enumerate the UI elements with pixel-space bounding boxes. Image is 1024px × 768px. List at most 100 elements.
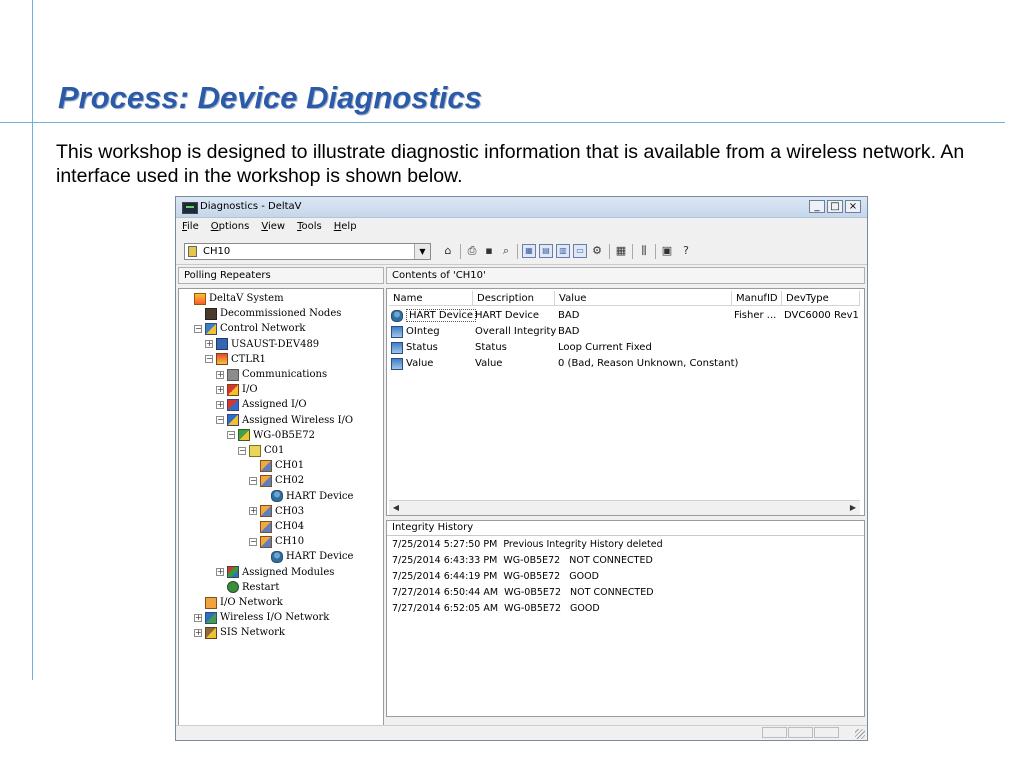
window-titlebar[interactable]: Diagnostics - DeltaV _ □ × <box>176 197 867 218</box>
tree-expander-icon[interactable]: + <box>249 507 257 516</box>
column-header-devtype[interactable]: DevType <box>782 291 860 306</box>
location-combobox[interactable]: CH10 ▼ <box>184 243 431 260</box>
tree-expander-icon[interactable]: − <box>249 476 257 485</box>
cell-description-text: HART Device <box>475 310 540 321</box>
print-icon[interactable]: ⎙ <box>465 244 479 258</box>
tree-item[interactable]: CH01 <box>249 458 304 473</box>
scroll-left-icon[interactable]: ◀ <box>390 502 402 513</box>
integrity-history-panel[interactable]: Integrity History 7/25/2014 5:27:50 PM P… <box>386 520 865 717</box>
tree-item[interactable]: + Assigned Modules <box>216 565 334 580</box>
cell-value[interactable]: BAD <box>558 308 579 323</box>
diagnostics-icon[interactable]: ▣ <box>660 244 674 258</box>
menu-view[interactable]: View <box>255 218 291 236</box>
tree-expander-icon[interactable]: − <box>249 537 257 546</box>
tree-expander-icon[interactable]: + <box>194 628 202 637</box>
history-row[interactable]: 7/25/2014 6:43:33 PM WG-0B5E72 NOT CONNE… <box>392 555 653 570</box>
tree-item[interactable]: − C01 <box>238 443 284 458</box>
contents-list-view[interactable]: Name Description Value ManufID DevType ◀… <box>386 288 865 516</box>
tree-expander-icon[interactable]: + <box>205 340 213 349</box>
tree-item[interactable]: − Assigned Wireless I/O <box>216 413 353 428</box>
history-row[interactable]: 7/27/2014 6:50:44 AM WG-0B5E72 NOT CONNE… <box>392 587 654 602</box>
cell-value[interactable]: 0 (Bad, Reason Unknown, Constant) <box>558 356 738 371</box>
horizontal-scrollbar[interactable]: ◀ ▶ <box>389 500 860 515</box>
help-icon[interactable]: ? <box>679 244 693 258</box>
small-icons-icon[interactable]: ▤ <box>539 244 553 258</box>
history-row[interactable]: 7/25/2014 5:27:50 PM Previous Integrity … <box>392 539 663 554</box>
tree-item[interactable]: − WG-0B5E72 <box>227 428 315 443</box>
tree-item[interactable]: Decommissioned Nodes <box>194 306 341 321</box>
cell-value[interactable]: Loop Current Fixed <box>558 340 652 355</box>
tree-item[interactable]: − CH02 <box>249 473 304 488</box>
column-header-description[interactable]: Description <box>473 291 555 306</box>
menu-options[interactable]: Options <box>205 218 256 236</box>
maximize-button[interactable]: □ <box>827 200 843 213</box>
cell-name[interactable]: Value <box>391 356 433 371</box>
tree-item[interactable]: I/O Network <box>194 595 283 610</box>
tree-item[interactable]: + I/O <box>216 382 258 397</box>
menu-help[interactable]: Help <box>328 218 363 236</box>
tree-expander-icon[interactable]: − <box>227 431 235 440</box>
tree-expander-icon[interactable]: + <box>216 568 224 577</box>
tree-item[interactable]: + CH03 <box>249 504 304 519</box>
tree-item[interactable]: HART Device <box>260 489 353 504</box>
cell-description[interactable]: Status <box>475 340 507 355</box>
save-icon[interactable]: ▪ <box>482 244 496 258</box>
resize-grip-icon[interactable] <box>855 729 865 739</box>
cell-description[interactable]: Value <box>475 356 502 371</box>
tree-item[interactable]: − Control Network <box>194 321 305 336</box>
cell-name[interactable]: OInteg <box>391 324 440 339</box>
cell-name[interactable]: Status <box>391 340 438 355</box>
tree-item[interactable]: − CH10 <box>249 534 304 549</box>
cell-manufid[interactable]: Fisher ... <box>734 308 776 323</box>
tree-item[interactable]: HART Device <box>260 549 353 564</box>
up-folder-icon[interactable]: ⌂ <box>441 244 455 258</box>
tree-item[interactable]: + Wireless I/O Network <box>194 610 329 625</box>
grid-icon[interactable]: ▦ <box>614 244 628 258</box>
menu-tools[interactable]: Tools <box>291 218 328 236</box>
properties-icon[interactable]: ⚙ <box>590 244 604 258</box>
tree-expander-icon[interactable]: − <box>194 324 202 333</box>
scroll-right-icon[interactable]: ▶ <box>847 502 859 513</box>
close-button[interactable]: × <box>845 200 861 213</box>
tree-expander-icon[interactable]: − <box>205 355 213 364</box>
sis-network-icon <box>205 626 217 639</box>
tree-item[interactable]: DeltaV System <box>183 291 284 306</box>
list-view-icon[interactable]: ▥ <box>556 244 570 258</box>
minimize-button[interactable]: _ <box>809 200 825 213</box>
cell-name[interactable]: HART Device <box>391 308 477 323</box>
tree-item[interactable]: CH04 <box>249 519 304 534</box>
tree-expander-icon[interactable]: + <box>216 385 224 394</box>
tree-item[interactable]: + USAUST-DEV489 <box>205 337 319 352</box>
find-icon[interactable]: ⌕ <box>499 244 513 258</box>
tree-expander-icon[interactable]: + <box>216 370 224 379</box>
columns-icon[interactable]: ⫼ <box>637 244 651 258</box>
tree-item[interactable]: − CTLR1 <box>205 352 266 367</box>
tree-item[interactable]: + SIS Network <box>194 625 285 640</box>
tree-item[interactable]: + Communications <box>216 367 327 382</box>
device-tree[interactable]: DeltaV System Decommissioned Nodes − Contro… <box>178 288 384 735</box>
slide-body-text: This workshop is designed to illustrate … <box>56 141 965 187</box>
details-view-icon[interactable]: ▭ <box>573 244 587 258</box>
cell-devtype[interactable]: DVC6000 Rev1 <box>784 308 859 323</box>
tree-expander-icon[interactable]: − <box>238 446 246 455</box>
tree-item[interactable]: Restart <box>216 580 279 595</box>
cell-value-text: BAD <box>558 310 580 321</box>
column-header-manufid[interactable]: ManufID <box>732 291 782 306</box>
column-header-value[interactable]: Value <box>555 291 732 306</box>
tree-item[interactable]: + Assigned I/O <box>216 397 307 412</box>
history-row[interactable]: 7/25/2014 6:44:19 PM WG-0B5E72 GOOD <box>392 571 599 586</box>
cell-description[interactable]: HART Device <box>475 308 539 323</box>
cell-value[interactable]: BAD <box>558 324 579 339</box>
cell-description[interactable]: Overall Integrity <box>475 324 556 339</box>
tree-expander-icon[interactable]: − <box>216 416 224 425</box>
tree-expander-icon[interactable]: + <box>216 400 224 409</box>
tree-item-label: Assigned Modules <box>242 566 335 578</box>
large-icons-icon[interactable]: ▦ <box>522 244 536 258</box>
combobox-dropdown-icon[interactable]: ▼ <box>414 244 430 259</box>
column-header-name[interactable]: Name <box>389 291 473 306</box>
menu-file[interactable]: File <box>176 218 205 236</box>
history-row[interactable]: 7/27/2014 6:52:05 AM WG-0B5E72 GOOD <box>392 603 600 618</box>
tree-item-label: HART Device <box>286 551 354 563</box>
tree-expander-icon[interactable]: + <box>194 613 202 622</box>
